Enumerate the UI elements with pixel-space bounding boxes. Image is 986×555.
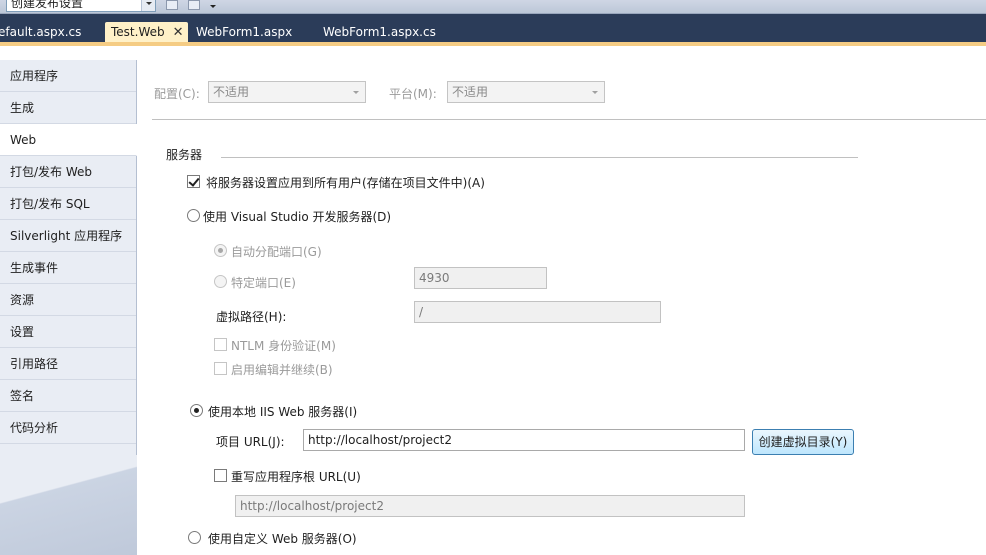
publish-profile-combo[interactable]: 创建发布设置 [6, 0, 156, 12]
config-select-value: 不适用 [213, 85, 250, 99]
tab-label: efault.aspx.cs [0, 25, 82, 39]
edit-continue-label: 启用编辑并继续(B) [231, 363, 333, 377]
virtual-path-input[interactable]: / [414, 301, 661, 323]
vs-dev-server-radio[interactable] [187, 209, 200, 222]
sidebar-item-application[interactable]: 应用程序 [0, 60, 136, 92]
custom-web-server-label[interactable]: 使用自定义 Web 服务器(O) [208, 530, 357, 547]
local-iis-radio[interactable] [190, 404, 203, 417]
divider [152, 119, 986, 120]
sidebar-item-settings[interactable]: 设置 [0, 316, 136, 348]
specific-port-label: 特定端口(E) [231, 276, 296, 290]
tab-accent-line [0, 42, 986, 46]
project-url-input[interactable]: http://localhost/project2 [303, 429, 745, 451]
auto-port-radio[interactable] [214, 244, 227, 257]
apply-all-users-label[interactable]: 将服务器设置应用到所有用户(存储在项目文件中)(A) [206, 174, 485, 191]
tab-label: Test.Web [111, 25, 165, 39]
chevron-down-icon[interactable] [141, 0, 155, 11]
sidebar-item-package-web[interactable]: 打包/发布 Web [0, 156, 136, 188]
override-root-url-label[interactable]: 重写应用程序根 URL(U) [231, 468, 361, 485]
sidebar-item-web[interactable]: Web [0, 124, 137, 156]
edit-continue-checkbox[interactable] [214, 362, 227, 375]
sidebar-item-resources[interactable]: 资源 [0, 284, 136, 316]
sidebar-item-signing[interactable]: 签名 [0, 380, 136, 412]
local-iis-label[interactable]: 使用本地 IIS Web 服务器(I) [208, 403, 357, 420]
tab-label: WebForm1.aspx.cs [323, 25, 436, 39]
platform-label: 平台(M): [389, 87, 437, 101]
override-root-url-checkbox[interactable] [214, 469, 227, 482]
override-root-url-input[interactable]: http://localhost/project2 [235, 495, 745, 517]
specific-port-input[interactable]: 4930 [414, 267, 547, 289]
project-url-label: 项目 URL(J): [216, 435, 285, 449]
create-virtual-directory-button[interactable]: 创建虚拟目录(Y) [752, 429, 854, 455]
ntlm-label: NTLM 身份验证(M) [231, 339, 336, 353]
custom-web-server-radio[interactable] [188, 531, 201, 544]
tab-default-aspx-cs[interactable]: efault.aspx.cs [0, 22, 81, 42]
virtual-path-label: 虚拟路径(H): [216, 310, 287, 324]
document-tab-bar: efault.aspx.cs Test.Web ✕ WebForm1.aspx W… [0, 14, 986, 46]
sidebar-item-package-sql[interactable]: 打包/发布 SQL [0, 188, 136, 220]
config-label: 配置(C): [154, 87, 200, 101]
sidebar-item-reference-paths[interactable]: 引用路径 [0, 348, 136, 380]
auto-port-label: 自动分配端口(G) [231, 245, 322, 259]
tab-webform1-aspx[interactable]: WebForm1.aspx [196, 22, 292, 42]
platform-select[interactable]: 不适用 [447, 81, 605, 103]
tab-webform1-aspx-cs[interactable]: WebForm1.aspx.cs [323, 22, 436, 42]
platform-select-value: 不适用 [452, 85, 489, 99]
toolbar: 创建发布设置 [0, 0, 986, 14]
publish-icon[interactable] [166, 0, 178, 10]
sidebar-item-code-analysis[interactable]: 代码分析 [0, 412, 136, 444]
publish-profile-value: 创建发布设置 [11, 0, 84, 10]
tab-label: WebForm1.aspx [196, 25, 293, 39]
overflow-icon[interactable] [208, 0, 218, 12]
sidebar-item-build-events[interactable]: 生成事件 [0, 252, 136, 284]
web-properties-panel: 配置(C): 不适用 平台(M): 不适用 服务器 将服务器设置应用到所有用户(… [137, 60, 986, 555]
apply-all-users-checkbox[interactable] [187, 175, 200, 188]
sidebar-decoration [0, 455, 137, 555]
sidebar-item-build[interactable]: 生成 [0, 92, 136, 124]
vs-dev-server-label[interactable]: 使用 Visual Studio 开发服务器(D) [203, 208, 391, 225]
specific-port-radio[interactable] [214, 275, 227, 288]
property-page-sidebar: 应用程序 生成 Web 打包/发布 Web 打包/发布 SQL Silverli… [0, 60, 137, 555]
ntlm-checkbox[interactable] [214, 338, 227, 351]
config-select[interactable]: 不适用 [208, 81, 366, 103]
settings-icon[interactable] [188, 0, 200, 10]
section-divider [221, 157, 858, 158]
tab-test-web[interactable]: Test.Web ✕ [105, 22, 188, 44]
sidebar-item-silverlight[interactable]: Silverlight 应用程序 [0, 220, 136, 252]
close-icon[interactable]: ✕ [173, 23, 184, 43]
section-title-servers: 服务器 [166, 148, 203, 162]
